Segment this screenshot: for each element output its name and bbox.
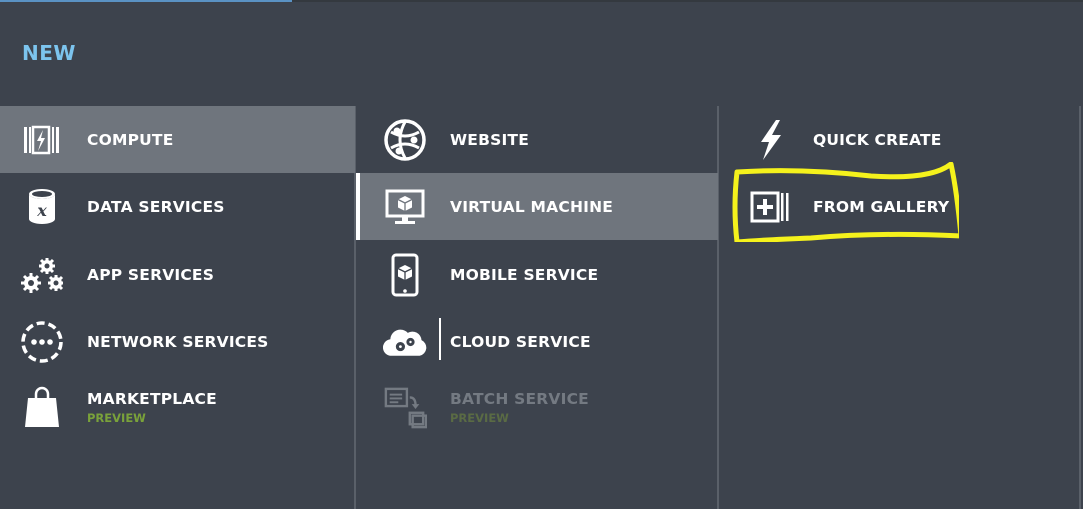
category-label: APP SERVICES [87, 265, 215, 284]
preview-badge: PREVIEW [450, 411, 509, 425]
compute-batch-service: BATCH SERVICE PREVIEW [356, 374, 718, 441]
monitor-icon [383, 185, 427, 229]
category-app-services[interactable]: APP SERVICES [0, 241, 355, 308]
shopping-bag-icon [20, 386, 64, 430]
preview-badge: PREVIEW [87, 411, 146, 425]
category-network-services[interactable]: NETWORK SERVICES [0, 308, 355, 375]
column-divider [1079, 106, 1081, 509]
compute-column: WEBSITE VIRTUAL MACHINE MOBILE SERVICE C… [356, 106, 718, 509]
database-icon: x [20, 185, 64, 229]
category-label: DATA SERVICES [87, 197, 225, 216]
compute-label: CLOUD SERVICE [450, 332, 591, 351]
category-marketplace[interactable]: MARKETPLACE PREVIEW [0, 374, 355, 441]
vm-option-label: QUICK CREATE [813, 130, 942, 149]
top-bar [0, 0, 1083, 2]
compute-label: MOBILE SERVICE [450, 265, 599, 284]
network-icon [20, 320, 64, 364]
vm-options-column: QUICK CREATE FROM GALLERY [719, 106, 1079, 509]
mobile-icon [383, 253, 427, 297]
lightning-icon [749, 118, 793, 162]
page-title: NEW [22, 41, 76, 65]
compute-icon [20, 118, 64, 162]
selection-indicator [356, 173, 360, 240]
compute-label: WEBSITE [450, 130, 529, 149]
globe-icon [383, 118, 427, 162]
category-label: MARKETPLACE [87, 390, 217, 408]
top-bar-accent [0, 0, 292, 2]
svg-text:x: x [36, 201, 47, 220]
vm-option-quick-create[interactable]: QUICK CREATE [719, 106, 1079, 173]
cloud-icon [383, 320, 427, 364]
category-column: COMPUTE x DATA SERVICES APP SERVICES NET… [0, 106, 355, 509]
gallery-plus-icon [749, 185, 793, 229]
vm-option-label: FROM GALLERY [813, 197, 950, 216]
compute-virtual-machine[interactable]: VIRTUAL MACHINE [356, 173, 718, 240]
compute-label: VIRTUAL MACHINE [450, 197, 614, 216]
category-data-services[interactable]: x DATA SERVICES [0, 173, 355, 240]
compute-cloud-service[interactable]: CLOUD SERVICE [356, 308, 718, 375]
vm-option-from-gallery[interactable]: FROM GALLERY [719, 173, 1079, 240]
category-label: COMPUTE [87, 130, 174, 149]
category-compute[interactable]: COMPUTE [0, 106, 355, 173]
batch-icon [383, 386, 427, 430]
focus-tick [439, 318, 441, 360]
gears-icon [20, 253, 64, 297]
compute-website[interactable]: WEBSITE [356, 106, 718, 173]
compute-label: BATCH SERVICE [450, 390, 589, 408]
compute-mobile-service[interactable]: MOBILE SERVICE [356, 241, 718, 308]
category-label: NETWORK SERVICES [87, 332, 269, 351]
